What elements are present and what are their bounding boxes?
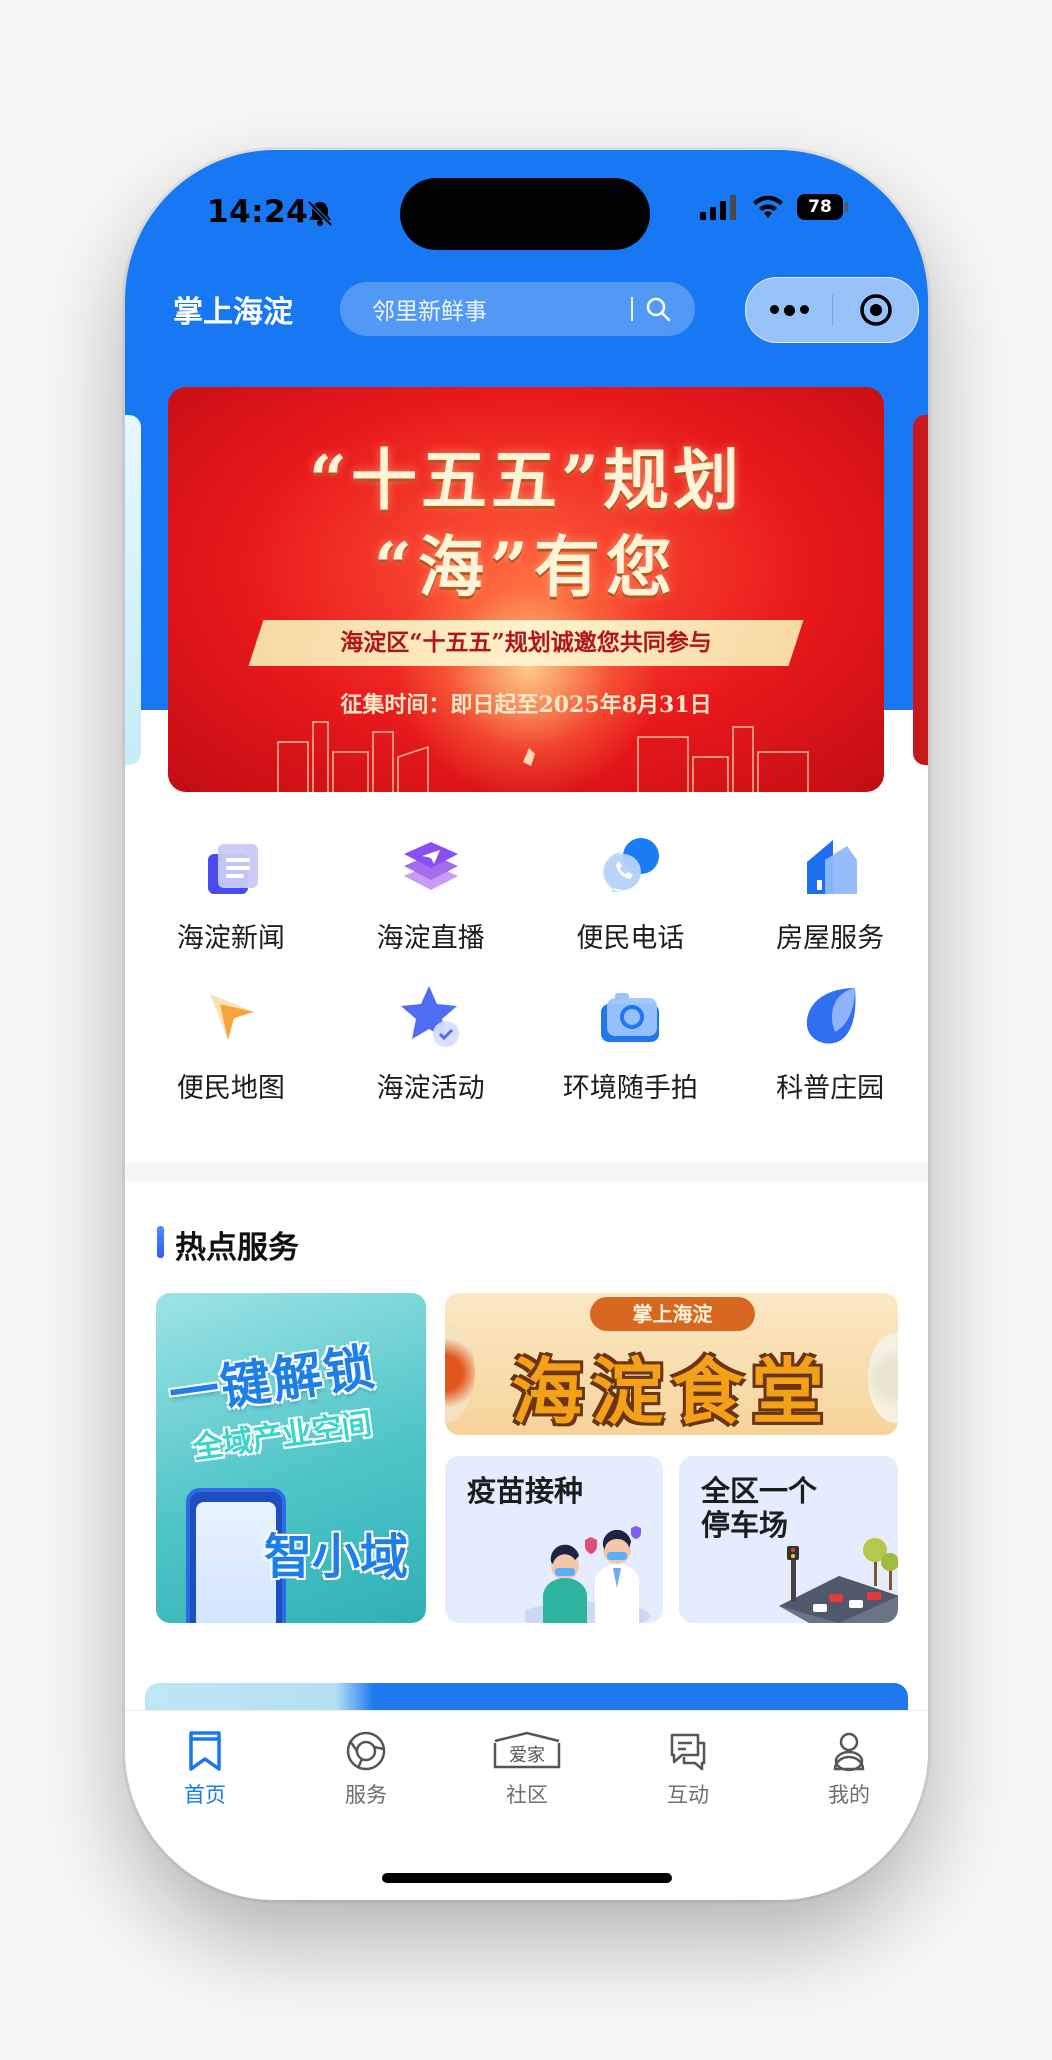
tab-community[interactable]: 爱家 社区 [467, 1729, 587, 1809]
grid-item-activity[interactable]: 海淀活动 [333, 982, 529, 1132]
section-accent-bar [157, 1226, 164, 1258]
map-pointer-icon [209, 994, 254, 1040]
grid-label: 海淀新闻 [176, 923, 285, 954]
doctor-patient-illustration [525, 1526, 650, 1623]
banner-headline-2: “海”有您 [374, 528, 678, 606]
banner-ribbon-text: 海淀区“十五五”规划诚邀您共同参与 [340, 629, 712, 656]
star-icon [400, 986, 459, 1047]
bell-muted-icon [307, 200, 333, 227]
close-target-icon[interactable] [833, 291, 918, 329]
miniprogram-capsule [745, 277, 919, 343]
battery-indicator: 78 [797, 194, 848, 220]
house-icon [807, 840, 858, 894]
chat-icon [670, 1733, 706, 1771]
status-icons: 78 [699, 194, 848, 220]
tab-label: 互动 [667, 1783, 709, 1807]
grid-item-map[interactable]: 便民地图 [133, 982, 329, 1132]
tab-label: 我的 [828, 1783, 870, 1807]
wifi-icon [753, 195, 783, 218]
grid-label: 便民地图 [176, 1073, 285, 1104]
section-divider [125, 1162, 928, 1182]
tab-bar: 首页 服务 爱家 社区 互动 我的 [125, 1710, 928, 1900]
section-title: 热点服务 [175, 1230, 299, 1266]
card-label-line: 全区一个 [701, 1474, 818, 1508]
grid-label: 海淀直播 [376, 923, 485, 954]
status-time: 14:24 [207, 194, 309, 230]
camera-icon [601, 993, 660, 1042]
search-bar[interactable]: 邻里新鲜事 [340, 282, 695, 336]
carousel-next-peek[interactable] [913, 415, 928, 765]
tab-service[interactable]: 服务 [306, 1729, 426, 1809]
card-parking[interactable]: 全区一个 停车场 [679, 1456, 898, 1623]
dynamic-island [400, 178, 650, 250]
grid-label: 科普庄园 [776, 1073, 885, 1104]
app-title: 掌上海淀 [173, 295, 293, 330]
grid-label: 环境随手拍 [562, 1073, 698, 1104]
leaf-icon [806, 988, 856, 1044]
card-haidian-canteen[interactable]: 掌上海淀 海淀食堂 [445, 1293, 898, 1435]
tab-home[interactable]: 首页 [145, 1729, 265, 1809]
live-icon [403, 842, 458, 890]
grid-item-phone[interactable]: 便民电话 [533, 832, 729, 982]
card-label: 疫苗接种 [467, 1474, 584, 1508]
banner-headline: “十五五”规划 [309, 441, 743, 519]
card-vaccination[interactable]: 疫苗接种 [445, 1456, 663, 1623]
parking-lot-illustration [779, 1538, 898, 1623]
more-icon[interactable] [746, 304, 832, 316]
city-skyline-illustration [277, 721, 809, 792]
home-indicator[interactable] [382, 1873, 672, 1883]
grid-label: 房屋服务 [776, 923, 885, 954]
grid-item-house[interactable]: 房屋服务 [732, 832, 928, 982]
card-title: 海淀食堂 [511, 1349, 832, 1434]
user-icon [833, 1732, 865, 1772]
service-grid: 海淀新闻 海淀直播 便民电话 房屋服务 便民地图 海淀活动 环境随手拍 科普庄园 [125, 832, 928, 1132]
tab-label: 社区 [506, 1783, 548, 1807]
grid-item-live[interactable]: 海淀直播 [333, 832, 529, 982]
bookmark-icon [189, 1731, 221, 1771]
aijia-logo-icon: 爱家 [493, 1731, 561, 1769]
grid-item-science[interactable]: 科普庄园 [732, 982, 928, 1132]
grid-label: 便民电话 [576, 923, 685, 954]
svg-text:爱家: 爱家 [509, 1745, 545, 1766]
card-tag: 掌上海淀 [590, 1297, 755, 1331]
carousel-prev-peek[interactable] [125, 415, 141, 765]
tab-interact[interactable]: 互动 [628, 1729, 748, 1809]
grid-item-camera[interactable]: 环境随手拍 [533, 982, 729, 1132]
card-brand-name: 智小域 [264, 1529, 409, 1585]
tab-mine[interactable]: 我的 [789, 1729, 909, 1809]
grid-item-news[interactable]: 海淀新闻 [133, 832, 329, 982]
search-divider [631, 297, 633, 321]
ring-icon [346, 1731, 386, 1771]
tab-label: 首页 [184, 1783, 226, 1807]
grid-label: 海淀活动 [376, 1073, 485, 1104]
banner[interactable]: “十五五”规划 “海”有您 海淀区“十五五”规划诚邀您共同参与 征集时间：即日起… [168, 387, 884, 792]
search-placeholder: 邻里新鲜事 [372, 299, 487, 325]
phone-frame: 14:24 78 掌上海淀 邻里新鲜事 “十五五”规划 “海”有您 海淀区“十五… [125, 150, 928, 1900]
news-icon [207, 844, 258, 894]
phone-icon [603, 838, 660, 892]
search-icon[interactable] [645, 296, 671, 322]
tab-label: 服务 [345, 1783, 387, 1807]
signal-icon [700, 195, 736, 220]
card-zhixiaoyu[interactable]: 一键解锁 全域产业空间 智小域 [156, 1293, 426, 1623]
